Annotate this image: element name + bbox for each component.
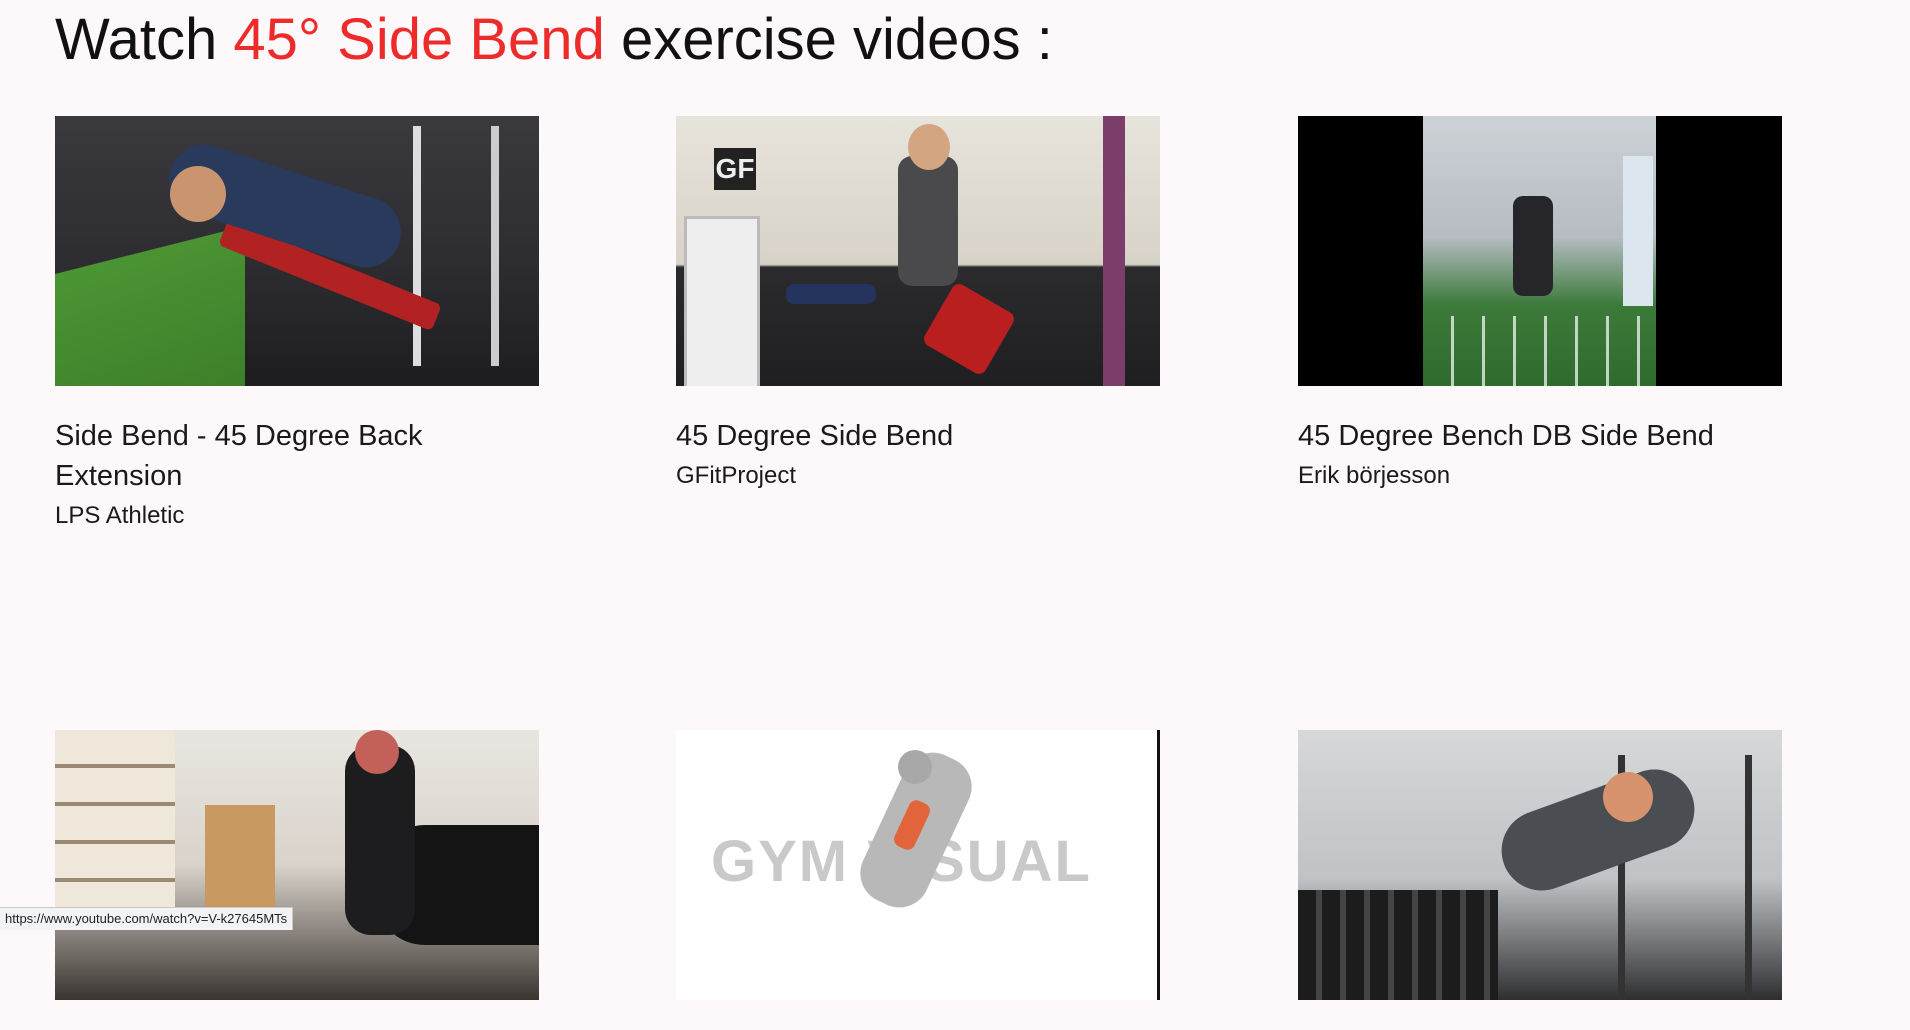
video-card[interactable]: GYM VISUAL	[676, 730, 1160, 1030]
video-card[interactable]: 45 Degree Bench DB Side Bend Erik börjes…	[1298, 116, 1782, 496]
video-thumbnail[interactable]	[1298, 730, 1782, 1000]
page-heading: Watch 45° Side Bend exercise videos :	[55, 4, 1053, 76]
video-channel: Erik börjesson	[1298, 462, 1451, 489]
video-channel: LPS Athletic	[55, 502, 185, 529]
video-title[interactable]: 45 Degree Bench DB Side Bend	[1298, 416, 1782, 456]
video-thumbnail[interactable]	[1298, 116, 1782, 386]
heading-prefix: Watch	[55, 7, 234, 72]
video-thumbnail[interactable]	[55, 730, 539, 1000]
video-channel: GFitProject	[676, 462, 797, 489]
video-card[interactable]: Side Bend - 45 Degree Back Extension LPS…	[55, 116, 539, 536]
video-thumbnail[interactable]: GYM VISUAL	[676, 730, 1160, 1000]
link-status-bar: https://www.youtube.com/watch?v=V-k27645…	[0, 907, 294, 930]
video-card[interactable]: GF 45 Degree Side Bend GFitProject	[676, 116, 1160, 496]
heading-exercise-name: 45° Side Bend	[233, 7, 605, 72]
video-thumbnail[interactable]: GF	[676, 116, 1160, 386]
video-card[interactable]	[1298, 730, 1782, 1030]
video-title[interactable]: Side Bend - 45 Degree Back Extension	[55, 416, 539, 496]
video-title[interactable]: 45 Degree Side Bend	[676, 416, 1160, 456]
heading-suffix: exercise videos :	[604, 7, 1053, 72]
video-card[interactable]	[55, 730, 539, 1030]
gfit-logo: GF	[714, 148, 756, 190]
video-thumbnail[interactable]	[55, 116, 539, 386]
